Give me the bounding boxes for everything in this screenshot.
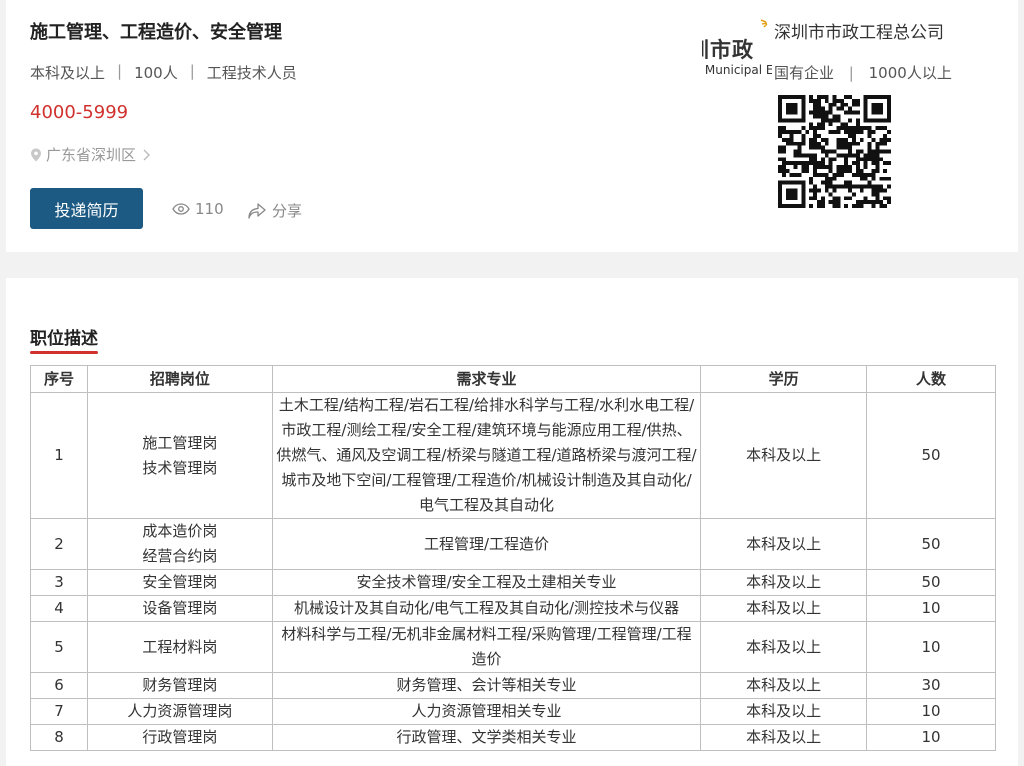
cell-position: 财务管理岗 xyxy=(86,672,273,699)
table-row: 3 安全管理岗 安全技术管理/安全工程及土建相关专业 本科及以上 50 xyxy=(30,569,996,596)
header-position: 招聘岗位 xyxy=(86,365,273,393)
table-row: 8 行政管理岗 行政管理、文学类相关专业 本科及以上 10 xyxy=(30,724,996,751)
cell-education: 本科及以上 xyxy=(700,518,868,570)
cell-major: 材料科学与工程/无机非金属材料工程/采购管理/工程管理/工程造价 xyxy=(271,621,702,673)
position-name: 技术管理岗 xyxy=(142,458,218,477)
position-name: 行政管理岗 xyxy=(142,728,218,746)
header-count: 人数 xyxy=(866,365,996,393)
cell-education: 本科及以上 xyxy=(700,621,868,673)
qr-code-icon xyxy=(778,95,891,208)
position-name: 施工管理岗 xyxy=(142,433,218,452)
company-logo[interactable]: 圳市政 Shenzhen Municipal Engineering Corpo… xyxy=(702,30,772,82)
salary: 4000-5999 xyxy=(30,102,129,123)
cell-count: 50 xyxy=(866,518,996,570)
cell-education: 本科及以上 xyxy=(700,392,868,519)
cell-major: 机械设计及其自动化/电气工程及其自动化/测控技术与仪器 xyxy=(271,595,702,622)
share-label: 分享 xyxy=(272,202,303,220)
cell-education: 本科及以上 xyxy=(700,698,868,725)
cell-count: 50 xyxy=(866,569,996,596)
header-education: 学历 xyxy=(700,365,868,393)
company-logo-cn: 圳市政 xyxy=(702,38,754,62)
job-meta: 本科及以上 | 100人 | 工程技术人员 xyxy=(30,62,297,83)
separator: | xyxy=(189,62,195,80)
cell-no: 4 xyxy=(30,595,88,622)
separator: | xyxy=(117,62,123,80)
cell-no: 1 xyxy=(30,392,88,519)
table-row: 7 人力资源管理岗 人力资源管理相关专业 本科及以上 10 xyxy=(30,698,996,725)
chevron-right-icon xyxy=(143,149,151,160)
cell-education: 本科及以上 xyxy=(700,569,868,596)
section-title-text: 职位描述 xyxy=(30,329,98,349)
cell-position: 人力资源管理岗 xyxy=(86,698,273,725)
job-description-card: 职位描述 序号 招聘岗位 需求专业 学历 人数 1 施工管理岗 技术管理岗 土木工程/… xyxy=(6,278,1018,766)
job-title: 施工管理、工程造价、安全管理 xyxy=(30,22,282,43)
position-name: 成本造价岗 xyxy=(142,522,218,540)
cell-no: 8 xyxy=(30,724,88,751)
cell-education: 本科及以上 xyxy=(700,595,868,622)
job-header-card: 施工管理、工程造价、安全管理 本科及以上 | 100人 | 工程技术人员 400… xyxy=(6,0,1018,252)
cell-major: 工程管理/工程造价 xyxy=(271,518,702,570)
table-row: 5 工程材料岗 材料科学与工程/无机非金属材料工程/采购管理/工程管理/工程造价 本科… xyxy=(30,621,996,673)
section-title: 职位描述 xyxy=(30,324,98,354)
cell-major: 人力资源管理相关专业 xyxy=(271,698,702,725)
header-no: 序号 xyxy=(30,365,88,393)
table-row: 4 设备管理岗 机械设计及其自动化/电气工程及其自动化/测控技术与仪器 本科及以上 10 xyxy=(30,595,996,622)
cell-count: 10 xyxy=(866,595,996,622)
location-text: 广东省深圳区 xyxy=(46,146,137,164)
cell-position: 成本造价岗经营合约岗 xyxy=(86,518,273,570)
table-row: 6 财务管理岗 财务管理、会计等相关专业 本科及以上 30 xyxy=(30,672,996,699)
cell-position: 安全管理岗 xyxy=(86,569,273,596)
cell-count: 10 xyxy=(866,724,996,751)
cell-no: 7 xyxy=(30,698,88,725)
view-count: 110 xyxy=(172,200,224,218)
view-count-value: 110 xyxy=(195,200,224,218)
company-type: 国有企业 xyxy=(774,64,835,82)
cell-position: 行政管理岗 xyxy=(86,724,273,751)
separator: | xyxy=(848,64,854,82)
position-name: 工程材料岗 xyxy=(142,637,218,656)
cell-count: 10 xyxy=(866,698,996,725)
share-button[interactable]: 分享 xyxy=(248,200,302,221)
cell-count: 30 xyxy=(866,672,996,699)
location-link[interactable]: 广东省深圳区 xyxy=(30,144,152,165)
cell-count: 10 xyxy=(866,621,996,673)
cell-major: 安全技术管理/安全工程及土建相关专业 xyxy=(271,569,702,596)
cell-no: 2 xyxy=(30,518,88,570)
cell-no: 3 xyxy=(30,569,88,596)
location-pin-icon xyxy=(31,148,41,161)
position-name: 经营合约岗 xyxy=(142,547,218,565)
position-name: 设备管理岗 xyxy=(142,599,218,617)
apply-resume-button[interactable]: 投递简历 xyxy=(30,188,143,229)
company-logo-en: Shenzhen Municipal Engineering Corporati… xyxy=(702,63,772,77)
position-name: 安全管理岗 xyxy=(142,573,218,591)
table-row: 2 成本造价岗 经营合约岗 工程管理/工程造价 本科及以上 50 xyxy=(30,518,996,570)
eye-icon xyxy=(172,203,190,215)
company-name[interactable]: 深圳市市政工程总公司 xyxy=(774,18,944,43)
cell-position: 工程材料岗 xyxy=(86,621,273,673)
cell-position: 设备管理岗 xyxy=(86,595,273,622)
position-name: 人力资源管理岗 xyxy=(127,702,233,720)
cell-education: 本科及以上 xyxy=(700,672,868,699)
position-name: 财务管理岗 xyxy=(142,676,218,694)
logo-spark-icon xyxy=(760,19,768,28)
company-size: 1000人以上 xyxy=(868,64,952,82)
education-requirement: 本科及以上 xyxy=(30,64,106,82)
cell-education: 本科及以上 xyxy=(700,724,868,751)
cell-major: 财务管理、会计等相关专业 xyxy=(271,672,702,699)
positions-table: 序号 招聘岗位 需求专业 学历 人数 1 施工管理岗 技术管理岗 土木工程/结构工程/… xyxy=(30,365,996,751)
cell-position: 施工管理岗技术管理岗 xyxy=(86,392,273,519)
company-meta: 国有企业 | 1000人以上 xyxy=(774,62,952,83)
title-underline xyxy=(30,351,98,354)
table-row: 1 施工管理岗 技术管理岗 土木工程/结构工程/岩石工程/给排水科学与工程/水利水电工… xyxy=(30,392,996,519)
job-category: 工程技术人员 xyxy=(206,64,297,82)
cell-major: 土木工程/结构工程/岩石工程/给排水科学与工程/水利水电工程/市政工程/测绘工程… xyxy=(271,392,702,519)
cell-no: 5 xyxy=(30,621,88,673)
cell-no: 6 xyxy=(30,672,88,699)
cell-count: 50 xyxy=(866,392,996,519)
headcount: 100人 xyxy=(134,64,178,82)
header-major: 需求专业 xyxy=(271,365,702,393)
cell-major: 行政管理、文学类相关专业 xyxy=(271,724,702,751)
share-arrow-icon xyxy=(248,202,266,219)
table-header-row: 序号 招聘岗位 需求专业 学历 人数 xyxy=(30,365,996,393)
